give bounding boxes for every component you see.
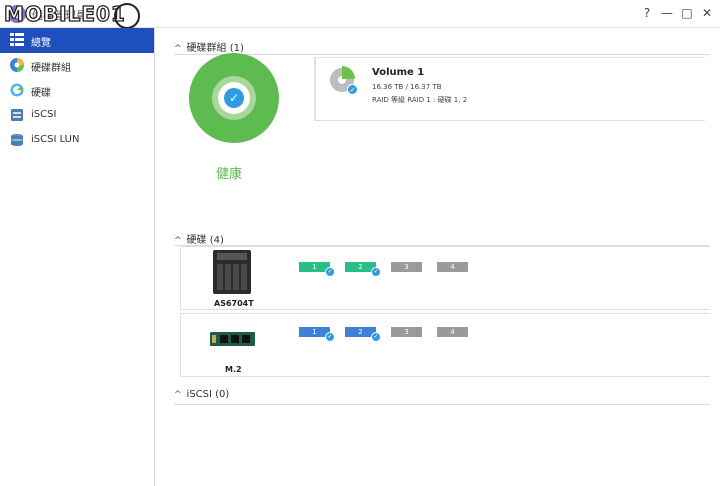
overview-icon (10, 33, 24, 47)
volume-icon: ✓ (330, 66, 358, 95)
watermark-circle (114, 3, 140, 29)
iscsi-lun-icon (10, 133, 24, 147)
check-icon: ✓ (371, 332, 381, 342)
m2-ssd-icon (210, 332, 255, 346)
main-content: ^ 硬碟群組 (1) ✓ 健康 ✓ Volume 1 16.36 TB / 16.… (156, 28, 720, 486)
section-volume-groups-header[interactable]: ^ 硬碟群組 (1) (174, 39, 244, 54)
sidebar-item-volume-group[interactable]: 硬碟群組 (0, 53, 154, 78)
disk-slot[interactable]: 2 ✓ (345, 262, 381, 277)
check-icon: ✓ (325, 332, 335, 342)
disk-slot[interactable]: 4 (437, 262, 468, 272)
check-icon: ✓ (224, 88, 244, 108)
sidebar-item-label: 硬碟群組 (31, 63, 71, 74)
nas-device-icon (213, 250, 251, 294)
device-card-m2[interactable] (180, 313, 710, 377)
help-button[interactable]: ? (640, 6, 654, 20)
watermark-logo: MOBILE01 (3, 1, 126, 26)
device-name: AS6704T (214, 299, 254, 308)
maximize-button[interactable]: □ (680, 6, 694, 20)
sidebar-item-iscsi[interactable]: iSCSI (0, 103, 154, 128)
volume-raid: RAID 等級 RAID 1 : 硬碟 1, 2 (372, 96, 468, 104)
section-iscsi-header[interactable]: ^ iSCSI (0) (174, 389, 229, 400)
divider (174, 54, 710, 55)
check-icon: ✓ (371, 267, 381, 277)
sidebar-item-label: iSCSI (31, 109, 57, 120)
sidebar-item-disk[interactable]: 硬碟 (0, 78, 154, 103)
close-button[interactable]: ✕ (700, 6, 714, 20)
iscsi-icon (10, 108, 24, 122)
chevron-up-icon: ^ (174, 44, 182, 54)
title-bar: 儲存管理員 MOBILE01 ? — □ ✕ (0, 0, 720, 29)
volume-group-icon (10, 58, 24, 72)
device-card-as6704t[interactable] (180, 246, 710, 310)
sidebar-item-label: iSCSI LUN (31, 134, 80, 145)
sidebar-item-label: 總覽 (31, 38, 51, 49)
disk-slot[interactable]: 1 ✓ (299, 262, 335, 277)
sidebar: 總覽 硬碟群組 硬碟 iSCSI iSCSI LUN (0, 28, 155, 486)
disk-slot[interactable]: 4 (437, 327, 468, 337)
chevron-up-icon: ^ (174, 390, 182, 400)
divider (174, 404, 710, 405)
sidebar-item-iscsi-lun[interactable]: iSCSI LUN (0, 128, 154, 153)
minimize-button[interactable]: — (660, 6, 674, 20)
check-icon: ✓ (325, 267, 335, 277)
disk-icon (10, 83, 24, 97)
check-icon: ✓ (347, 84, 358, 95)
volume-name: Volume 1 (372, 67, 425, 78)
section-disks-header[interactable]: ^ 硬碟 (4) (174, 231, 224, 246)
sidebar-item-label: 硬碟 (31, 88, 51, 99)
volume-size: 16.36 TB / 16.37 TB (372, 83, 442, 91)
device-name: M.2 (225, 365, 242, 374)
disk-slot[interactable]: 2 ✓ (345, 327, 381, 342)
disk-slot[interactable]: 3 (391, 262, 422, 272)
health-status: 健康 (216, 167, 243, 182)
health-donut: ✓ (189, 53, 279, 143)
sidebar-item-overview[interactable]: 總覽 (0, 28, 154, 53)
disk-slot[interactable]: 1 ✓ (299, 327, 335, 342)
disk-slot[interactable]: 3 (391, 327, 422, 337)
